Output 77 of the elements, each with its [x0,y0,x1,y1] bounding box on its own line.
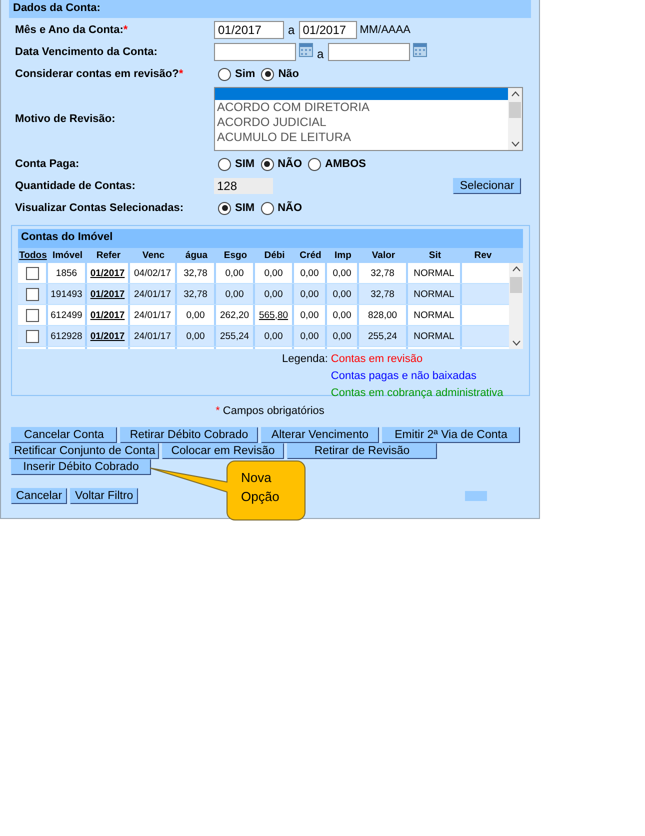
checkbox[interactable] [26,308,38,322]
action-button[interactable]: Voltar Filtro [70,488,138,504]
field-label: Mês e Ano da Conta: [15,24,124,36]
field-label: Visualizar Contas Selecionadas: [15,202,184,214]
callout-text: Nova Opção [241,469,280,506]
required-mark: * [123,24,128,36]
action-button[interactable]: Retirar Débito Cobrado [120,427,258,443]
input-field[interactable]: 01/2017 [298,21,357,39]
action-button[interactable]: Cancelar [11,488,68,504]
scroll-thumb[interactable] [510,277,522,293]
column-header: Sit [428,250,442,261]
action-button[interactable]: Emitir 2ª Via de Conta [382,427,520,443]
legend-item: Contas em revisão [330,353,424,365]
column-header: Valor [370,250,396,261]
column-header: Venc [141,250,166,261]
scrollbar[interactable] [509,263,523,349]
field-label: Motivo de Revisão: [15,113,116,125]
scrollbar[interactable] [508,88,522,150]
list-option[interactable]: ACORDO JUDICIAL [215,115,508,130]
list-option[interactable]: ACORDO COM DIRETORIA [215,100,508,115]
calendar-icon[interactable] [299,43,313,57]
radio-label: SIM [235,202,255,214]
checkbox[interactable] [26,330,38,342]
column-header: Débi [263,250,286,261]
column-header: Refer [95,250,122,261]
format-hint: MM/AAAA [360,24,410,36]
column-header: Rev [473,250,493,261]
checkbox[interactable] [26,266,38,280]
radio-button[interactable] [261,68,274,80]
list-box[interactable]: ACORDO COM DIRETORIA ACORDO JUDICIAL ACUMULO DE LEITURA [214,87,523,151]
field-label: Considerar contas em revisão? [15,68,179,80]
column-header: Imóvel [51,250,84,261]
action-button[interactable]: Cancelar Conta [11,427,117,443]
legend-item: Contas pagas e não baixadas [330,370,478,382]
action-button[interactable]: Colocar em Revisão [162,443,284,459]
radio-button[interactable] [260,158,274,170]
select-button[interactable]: Selecionar [453,178,521,194]
legend-label: Legenda: [282,353,328,367]
required-note: Campos obrigatórios [222,405,324,417]
radio-label: Não [278,68,299,80]
count-field: 128 [214,178,273,194]
radio-label: NÃO [278,202,302,214]
calendar-icon[interactable] [412,43,427,57]
radio-button[interactable] [218,68,231,80]
column-header: Esgo [222,250,248,261]
radio-button[interactable] [218,202,231,214]
field-label: Quantidade de Contas: [15,180,136,192]
action-button[interactable]: Inserir Débito Cobrado [11,459,151,475]
radio-label: Sim [235,68,256,80]
column-header: Créd [298,250,322,261]
scroll-thumb[interactable] [509,102,521,118]
list-option[interactable]: ACUMULO DE LEITURA [215,130,508,145]
select-all-link[interactable]: Todos [18,250,48,261]
action-button[interactable]: Alterar Vencimento [261,427,379,443]
column-header: água [184,250,209,261]
input-field[interactable] [328,43,410,61]
input-field[interactable]: 01/2017 [214,21,284,39]
required-mark: * [178,68,184,80]
radio-button[interactable] [218,158,231,170]
radio-label: NÃO [278,158,302,170]
radio-label: SIM [235,158,255,170]
table-title: Contas do Imóvel [18,229,523,248]
column-header: Imp [334,250,352,261]
required-mark: * [216,405,220,417]
action-button[interactable]: Retirar de Revisão [287,443,437,459]
radio-button[interactable] [308,158,322,170]
radio-label: AMBOS [325,158,366,170]
section-title: Dados da Conta: [9,0,531,18]
legend-item: Contas em cobrança administrativa [330,387,504,399]
radio-button[interactable] [260,202,274,214]
field-label: Data Vencimento da Conta: [15,46,158,58]
separator-text: a [288,23,295,37]
action-button[interactable]: Retificar Conjunto de Conta [9,443,159,459]
checkbox[interactable] [26,288,38,300]
field-label: Conta Paga: [15,158,80,170]
separator-text: a [317,47,324,61]
input-field[interactable] [214,43,296,61]
